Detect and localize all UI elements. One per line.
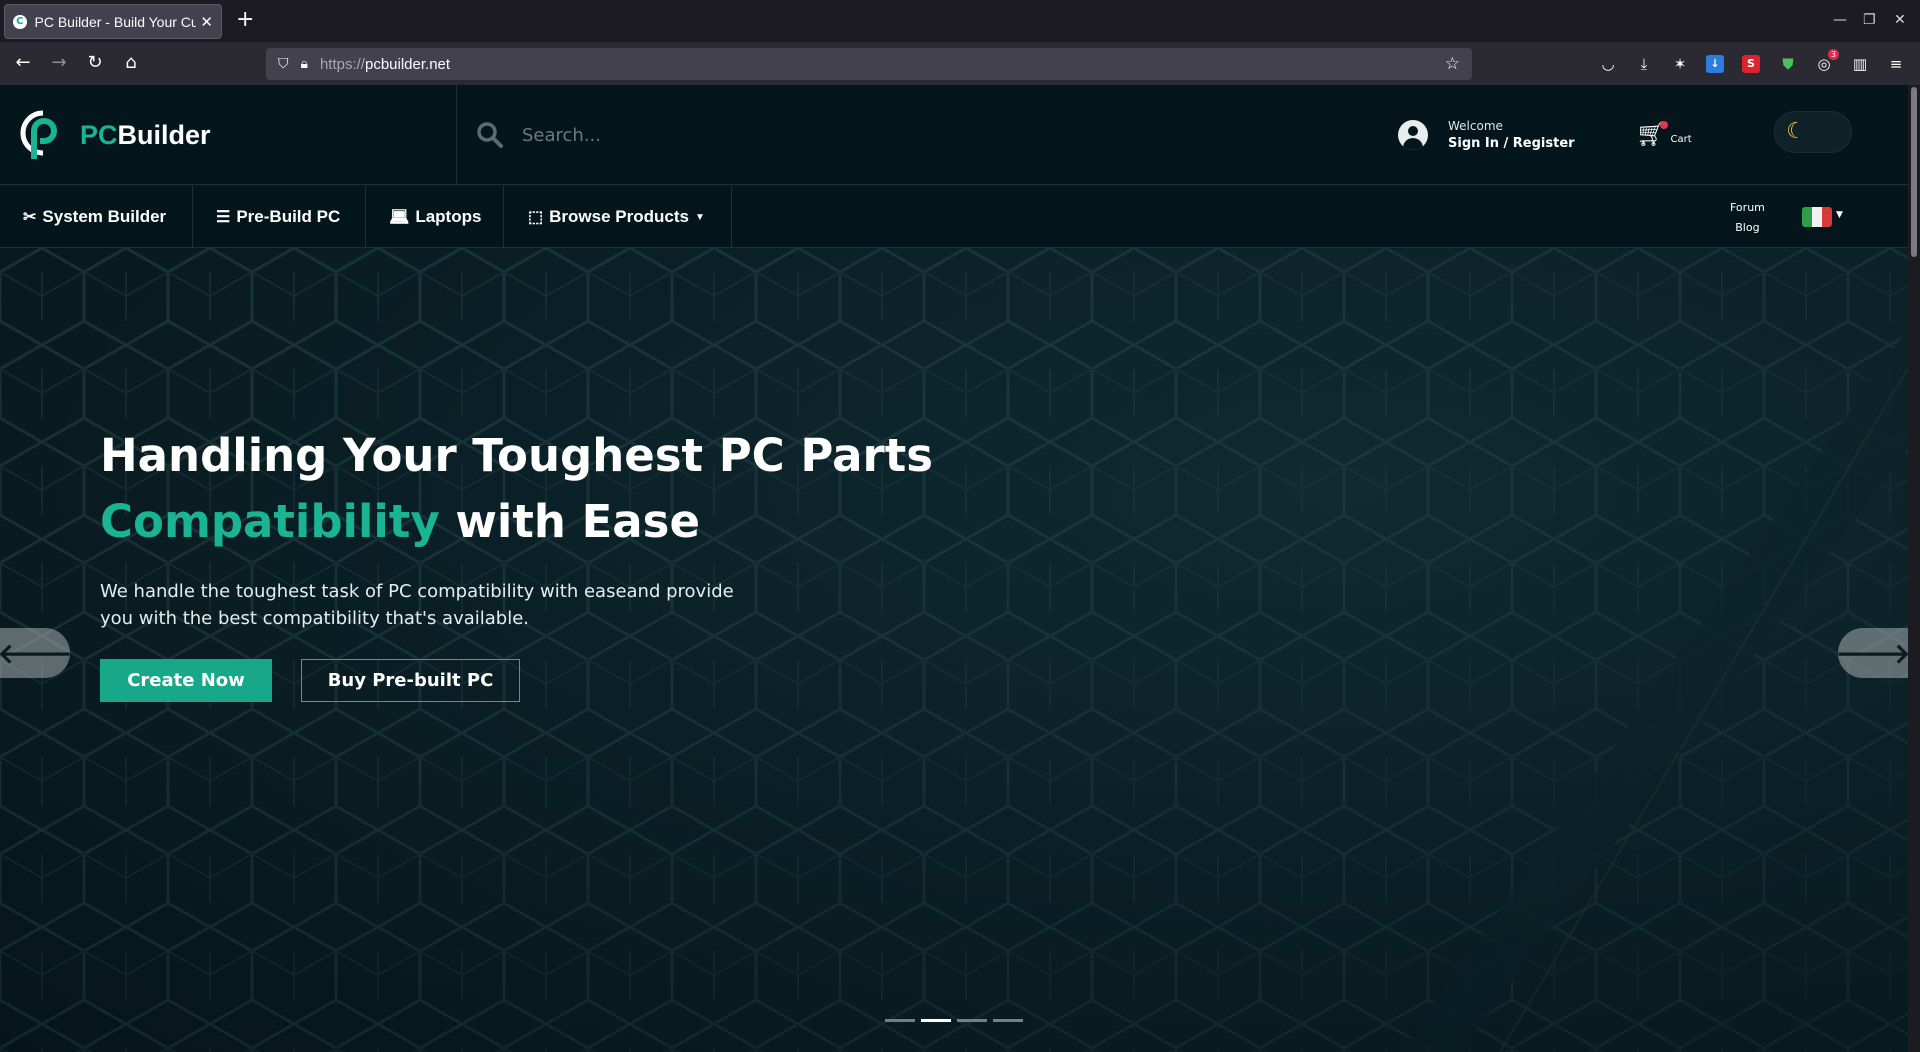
cart-label: Cart [1670, 134, 1692, 145]
theme-toggle[interactable]: ☾ [1774, 111, 1852, 153]
chevron-down-icon: ▼ [694, 211, 705, 223]
shield-icon[interactable]: ⛉ [278, 56, 289, 72]
tools-icon: ✂ [23, 209, 37, 226]
user-icon [1398, 120, 1428, 150]
carousel-indicator[interactable] [885, 1019, 915, 1022]
arrow-right-icon: 🡒 [1835, 637, 1908, 670]
logo-text: PCBuilder [80, 119, 211, 150]
lock-icon[interactable]: 🔒︎ [301, 56, 308, 72]
hero-description: We handle the toughest task of PC compat… [100, 581, 734, 629]
nav-system-builder[interactable]: ✂ System Builder [0, 186, 193, 248]
extension-privacy-icon[interactable]: ◎ 3 [1814, 49, 1839, 74]
carousel-indicator-active[interactable] [921, 1019, 951, 1022]
create-now-button[interactable]: Create Now [100, 659, 272, 702]
forward-icon[interactable]: → [47, 52, 71, 74]
minimize-window-icon[interactable]: — [1833, 12, 1847, 28]
home-icon[interactable]: ⌂ [119, 52, 143, 74]
extension-s-icon[interactable]: S [1742, 55, 1760, 73]
back-icon[interactable]: ← [11, 52, 35, 74]
laptop-icon: 💻︎ [389, 209, 410, 226]
moon-icon: ☾ [1786, 119, 1806, 144]
cpu-icon: ⬚ [528, 209, 544, 226]
extension-badge: 3 [1827, 49, 1839, 60]
search-icon[interactable] [476, 121, 504, 149]
download-icon[interactable]: ⤓ [1634, 54, 1654, 74]
extension-shield-icon[interactable]: ⛊ [1778, 54, 1798, 74]
carousel-prev-button[interactable]: 🡐 [0, 628, 73, 678]
search-bar [476, 115, 976, 155]
buy-prebuilt-pc-button[interactable]: Buy Pre-built PC [301, 659, 520, 702]
forum-link[interactable]: Forum [1730, 198, 1765, 218]
blog-link[interactable]: Blog [1730, 218, 1765, 238]
web-page: PCBuilder Welcome Sign In / Register 🛒︎ … [0, 85, 1908, 1052]
hero-headline-accent: Compatibility [100, 495, 440, 548]
hero-headline: Handling Your Toughest PC Parts Compatib… [100, 429, 934, 548]
nav-pre-build-pc[interactable]: ☰ Pre-Build PC [193, 186, 366, 248]
language-chevron-down-icon[interactable]: ▼ [1836, 210, 1843, 220]
bookmark-star-icon[interactable]: ☆ [1445, 54, 1460, 74]
search-input[interactable] [522, 124, 942, 146]
category-nav: ✂ System Builder ☰ Pre-Build PC 💻︎ Lapto… [0, 186, 1908, 248]
scrollbar-thumb[interactable] [1911, 87, 1917, 257]
server-icon: ☰ [216, 209, 231, 226]
pocket-icon[interactable]: ◡ [1598, 54, 1618, 74]
extension-download-icon[interactable]: ↓ [1706, 55, 1724, 73]
restore-window-icon[interactable]: ❐ [1863, 12, 1876, 28]
logo[interactable]: PCBuilder [0, 85, 457, 185]
reload-icon[interactable]: ↻ [83, 52, 107, 74]
url-text[interactable]: https://pcbuilder.net [320, 56, 450, 73]
close-tab-icon[interactable]: ✕ [200, 13, 213, 31]
arrow-left-icon: 🡐 [0, 637, 73, 670]
close-window-icon[interactable]: ✕ [1894, 12, 1906, 28]
menu-icon[interactable]: ≡ [1886, 54, 1906, 74]
cart-button[interactable]: 🛒︎ Cart [1636, 121, 1692, 147]
nav-browse-products[interactable]: ⬚ Browse Products ▼ [504, 186, 732, 248]
welcome-label: Welcome [1448, 119, 1503, 133]
site-header: PCBuilder Welcome Sign In / Register 🛒︎ … [0, 85, 1908, 185]
cart-notification-dot [1660, 121, 1669, 129]
extension-bug-icon[interactable]: ✶ [1670, 54, 1690, 74]
nav-laptops[interactable]: 💻︎ Laptops [366, 186, 504, 248]
carousel-indicator[interactable] [957, 1019, 987, 1022]
address-bar[interactable]: ⛉ 🔒︎ https://pcbuilder.net ☆ [266, 48, 1472, 80]
new-tab-button[interactable]: + [236, 9, 254, 31]
pcbuilder-logo-icon [20, 110, 57, 159]
browser-nav-bar: ← → ↻ ⌂ ⛉ 🔒︎ https://pcbuilder.net ☆ ◡ ⤓… [0, 42, 1920, 85]
page-scrollbar[interactable] [1908, 85, 1920, 1052]
browser-tab-bar: C PC Builder - Build Your Custom PC ✕ + … [0, 0, 1920, 42]
cart-icon: 🛒︎ [1636, 120, 1669, 148]
italy-flag-icon[interactable] [1802, 207, 1832, 227]
hero-carousel: Handling Your Toughest PC Parts Compatib… [0, 248, 1908, 1052]
sign-in-register-link[interactable]: Sign In / Register [1448, 136, 1575, 151]
carousel-indicator[interactable] [993, 1019, 1023, 1022]
site-favicon-icon: C [13, 14, 27, 29]
browser-tab[interactable]: C PC Builder - Build Your Custom PC ✕ [4, 4, 222, 39]
account-link[interactable]: Welcome Sign In / Register [1398, 119, 1575, 151]
carousel-indicators [885, 1019, 1023, 1022]
carousel-next-button[interactable]: 🡒 [1835, 628, 1908, 678]
extension-bars-icon[interactable]: ▥ [1850, 54, 1870, 74]
hexagon-pattern-background [0, 248, 1908, 1052]
tab-title: PC Builder - Build Your Custom PC [34, 13, 197, 30]
